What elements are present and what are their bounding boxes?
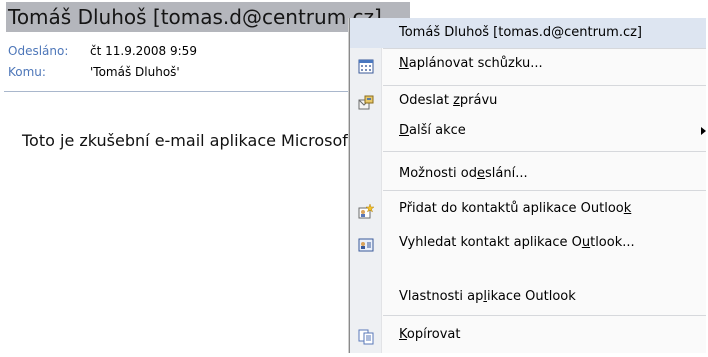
menu-item-label: Vlastnosti aplikace Outlook: [399, 289, 576, 304]
menu-separator: [383, 151, 706, 152]
menu-item-label: Další akce: [399, 123, 466, 138]
menu-item-find-contact[interactable]: Vyhledat kontakt aplikace Outlook...: [350, 228, 706, 258]
sent-value: čt 11.9.2008 9:59: [90, 44, 197, 58]
header-divider: [4, 91, 350, 92]
sent-row: Odesláno: čt 11.9.2008 9:59: [8, 44, 197, 58]
menu-item-send-message[interactable]: Odeslat zprávu: [350, 86, 706, 116]
menu-item-contact-name[interactable]: Tomáš Dluhoš [tomas.d@centrum.cz]: [350, 18, 706, 48]
menu-item-label: Kopírovat: [399, 327, 461, 342]
calendar-icon: [358, 56, 374, 74]
context-menu: Tomáš Dluhoš [tomas.d@centrum.cz] Naplán…: [349, 18, 706, 353]
menu-item-send-options[interactable]: Možnosti odeslání...: [350, 159, 706, 189]
menu-item-outlook-properties[interactable]: Vlastnosti aplikace Outlook: [350, 282, 706, 312]
menu-item-label: Vyhledat kontakt aplikace Outlook...: [399, 235, 635, 250]
send-message-icon: [358, 93, 374, 110]
menu-item-more-actions[interactable]: Další akce: [350, 116, 706, 146]
submenu-arrow-icon: [701, 127, 706, 135]
to-row: Komu: 'Tomáš Dluhoš': [8, 65, 180, 79]
menu-item-copy[interactable]: Kopírovat: [350, 320, 706, 350]
menu-item-label: Možnosti odeslání...: [399, 166, 528, 181]
to-value[interactable]: 'Tomáš Dluhoš': [90, 65, 180, 79]
menu-item-label: Odeslat zprávu: [399, 93, 498, 108]
menu-item-add-to-contacts[interactable]: Přidat do kontaktů aplikace Outlook: [350, 194, 706, 224]
copy-icon: [358, 327, 374, 345]
menu-item-schedule-meeting[interactable]: Naplánovat schůzku...: [350, 49, 706, 79]
menu-separator: [383, 315, 706, 316]
add-contact-icon: [358, 201, 375, 219]
to-label: Komu:: [8, 65, 46, 79]
sent-label: Odesláno:: [8, 44, 69, 58]
menu-item-label: Tomáš Dluhoš [tomas.d@centrum.cz]: [399, 25, 642, 40]
menu-separator: [383, 190, 706, 191]
menu-item-label: Naplánovat schůzku...: [399, 56, 543, 71]
contact-card-icon: [358, 235, 374, 252]
menu-item-label: Přidat do kontaktů aplikace Outlook: [399, 201, 632, 216]
